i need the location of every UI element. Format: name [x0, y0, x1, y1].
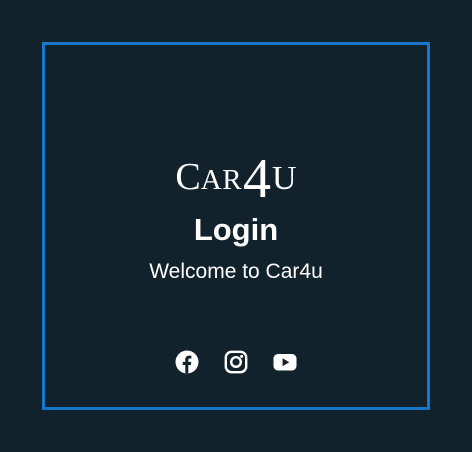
youtube-icon — [273, 350, 297, 374]
logo-letter-u: U — [272, 160, 297, 197]
logo-letters-ar: AR — [200, 164, 243, 196]
facebook-icon — [175, 350, 199, 374]
instagram-link[interactable] — [224, 350, 248, 374]
facebook-link[interactable] — [175, 350, 199, 374]
login-content: CAR4U Login Welcome to Car4u — [45, 45, 427, 407]
logo-letter-c: C — [175, 156, 201, 198]
car4u-logo: CAR4U — [45, 139, 427, 210]
youtube-link[interactable] — [273, 350, 297, 374]
welcome-subtitle: Welcome to Car4u — [149, 260, 323, 283]
social-links — [45, 350, 427, 376]
login-frame: CAR4U Login Welcome to Car4u — [42, 42, 430, 410]
logo-number-4: 4 — [243, 148, 272, 210]
instagram-icon — [224, 350, 248, 374]
login-title: Login — [193, 212, 279, 247]
